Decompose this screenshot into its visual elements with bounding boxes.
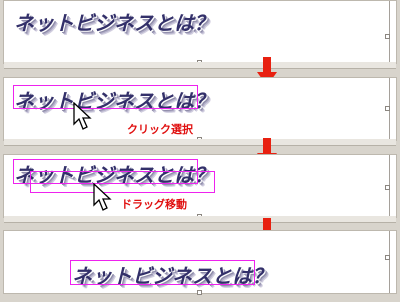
resize-handle-icon[interactable] [385, 106, 390, 111]
selection-box[interactable] [70, 260, 255, 285]
panel-bottom-edge [4, 139, 396, 146]
panel-bottom-edge [4, 62, 396, 69]
panel-bottom-edge [4, 216, 396, 223]
step1-panel: ネットビジネスとは？ [3, 0, 397, 69]
click-select-caption: クリック選択 [127, 123, 193, 136]
resize-handle-icon[interactable] [385, 185, 390, 190]
resize-handle-icon[interactable] [197, 290, 202, 295]
step3-panel: ネットビジネスとは？ ドラッグ移動 [3, 154, 397, 223]
selection-box[interactable] [13, 85, 198, 109]
arrow-cursor-icon [73, 102, 92, 130]
drag-move-caption: ドラッグ移動 [121, 198, 187, 211]
arrow-cursor-icon [93, 183, 112, 211]
step1-wordart[interactable]: ネットビジネスとは？ [14, 7, 214, 36]
resize-handle-icon[interactable] [385, 34, 390, 39]
step2-panel: ネットビジネスとは？ クリック選択 [3, 77, 397, 146]
resize-handle-icon[interactable] [385, 255, 390, 260]
step4-panel: ネットビジネスとは？ [3, 230, 397, 295]
page-margin-line [389, 1, 390, 63]
page-margin-line [389, 231, 390, 293]
drag-ghost-box [30, 171, 215, 193]
